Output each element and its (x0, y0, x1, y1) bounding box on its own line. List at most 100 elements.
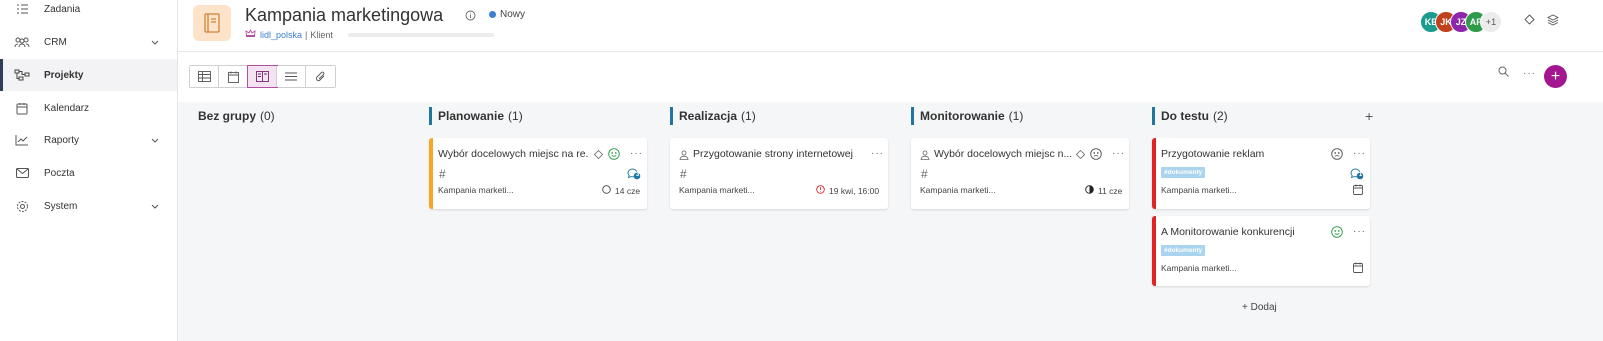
table-view-button[interactable] (190, 66, 219, 87)
column-header-bez-grupy: Bez grupy (0) (198, 107, 275, 125)
chevron-down-icon (151, 135, 159, 146)
sidebar-item-label: Kalendarz (44, 102, 90, 114)
members-avatars[interactable]: KE JK JZ AP +1 (1420, 11, 1502, 33)
status-badge[interactable]: Nowy (489, 9, 525, 20)
sidebar-item-label: System (44, 200, 78, 212)
card-menu-icon[interactable]: ··· (871, 148, 884, 159)
card-project: Kampania marketi... (679, 185, 755, 195)
attachment-view-button[interactable] (306, 66, 335, 87)
sidebar-item-raporty[interactable]: Raporty (0, 124, 177, 156)
gear-icon (14, 198, 30, 214)
due-circle-icon (602, 185, 611, 196)
people-icon (14, 34, 30, 50)
column-name: Monitorowanie (920, 109, 1005, 123)
card-project: Kampania marketi... (438, 185, 514, 195)
board-view-icon (255, 71, 269, 82)
card-project: Kampania marketi... (1161, 185, 1237, 195)
card-title: Przygotowanie reklam (1161, 148, 1265, 160)
project-header: Kampania marketingowa Nowy lidl_polska |… (178, 0, 1603, 52)
sidebar-item-label: CRM (44, 36, 67, 48)
column-header-do-testu: Do testu (2) (1152, 107, 1228, 125)
task-card-monitorowanie[interactable]: Wybór docelowych miejsc n... ··· # Kampa… (911, 138, 1129, 209)
card-due: 14 cze (602, 185, 640, 196)
add-card-button[interactable]: + Dodaj (1242, 302, 1277, 313)
card-title: Przygotowanie strony internetowej (693, 148, 853, 160)
attachment-view-icon (316, 71, 325, 81)
assignee-face-icon[interactable] (1331, 226, 1343, 241)
view-switcher (189, 65, 336, 88)
user-icon (920, 150, 930, 163)
status-dot (489, 11, 496, 18)
layers-icon[interactable] (1546, 14, 1560, 29)
crown-icon (245, 28, 256, 40)
card-menu-icon[interactable]: ··· (630, 148, 643, 159)
task-card-przygotowanie-reklam[interactable]: Przygotowanie reklam ··· #dokumenty 1 Ka… (1152, 138, 1370, 209)
column-name: Planowanie (438, 109, 505, 123)
sidebar-item-zadania[interactable]: Zadania (0, 0, 177, 25)
calendar-view-button[interactable] (219, 66, 248, 87)
sidebar-item-projekty[interactable]: Projekty (0, 59, 177, 91)
comments-icon[interactable]: 1 (1350, 167, 1364, 183)
table-view-icon (197, 71, 211, 82)
assignee-face-icon[interactable] (1331, 148, 1343, 163)
list-check-icon (14, 1, 30, 17)
tag-badge[interactable]: #dokumenty (1161, 245, 1206, 256)
info-icon[interactable] (465, 10, 476, 24)
card-title: A Monitorowanie konkurencji (1161, 226, 1295, 238)
column-header-planowanie: Planowanie (1) (429, 107, 523, 125)
list-view-icon (285, 72, 297, 81)
tag-hash-icon[interactable]: # (921, 167, 928, 181)
mail-icon (14, 165, 30, 181)
diamond-icon[interactable] (1524, 14, 1535, 28)
avatar-more[interactable]: +1 (1480, 11, 1502, 33)
column-header-monitorowanie: Monitorowanie (1) (911, 107, 1023, 125)
sidebar-item-crm[interactable]: CRM (0, 26, 177, 58)
diamond-icon[interactable] (1075, 149, 1086, 162)
more-options-icon[interactable]: ··· (1523, 68, 1536, 79)
task-card-monitorowanie-konkurencji[interactable]: A Monitorowanie konkurencji ··· #dokumen… (1152, 216, 1370, 286)
tag-badge[interactable]: #dokumenty (1161, 167, 1206, 178)
column-count: (1) (1008, 109, 1024, 123)
calendar-icon[interactable] (1353, 184, 1363, 198)
search-icon[interactable] (1498, 66, 1509, 80)
card-due: 19 kwi, 16:00 (816, 185, 879, 196)
status-label: Nowy (500, 9, 526, 20)
comments-icon[interactable]: 3 (627, 167, 641, 183)
chevron-down-icon (151, 201, 159, 212)
list-view-button[interactable] (277, 66, 306, 87)
diamond-icon[interactable] (593, 149, 604, 162)
column-add-button[interactable]: + (1365, 108, 1373, 124)
column-accent-bar (1152, 107, 1155, 125)
assignee-face-icon[interactable] (1090, 148, 1102, 163)
board-view-button[interactable] (247, 65, 278, 88)
tag-hash-icon[interactable]: # (439, 167, 446, 181)
card-menu-icon[interactable]: ··· (1353, 226, 1366, 237)
tag-hash-icon[interactable]: # (680, 167, 687, 181)
add-button[interactable]: + (1544, 65, 1567, 88)
owner-link[interactable]: lidl_polska (260, 30, 302, 40)
calendar-icon[interactable] (1353, 262, 1363, 276)
column-count: (1) (741, 109, 756, 123)
card-menu-icon[interactable]: ··· (1353, 148, 1366, 159)
card-project: Kampania marketi... (920, 185, 996, 195)
project-book-icon (193, 5, 231, 41)
task-card-realizacja[interactable]: Przygotowanie strony internetowej ··· # … (670, 138, 888, 209)
user-icon (679, 150, 689, 163)
main-area: Kampania marketingowa Nowy lidl_polska |… (178, 0, 1603, 341)
card-title: Wybór docelowych miejsc na re... (438, 148, 588, 160)
sidebar-item-kalendarz[interactable]: Kalendarz (0, 92, 177, 124)
page-title: Kampania marketingowa (245, 5, 444, 25)
assignee-face-icon[interactable] (608, 148, 620, 163)
column-accent-bar (429, 107, 432, 125)
sidebar-item-poczta[interactable]: Poczta (0, 157, 177, 189)
task-card-planowanie[interactable]: Wybór docelowych miejsc na re... ··· # 3… (429, 138, 647, 209)
comments-count: 3 (635, 172, 640, 178)
sidebar: Zadania CRM Projekty Kalendarz Raporty P… (0, 0, 178, 341)
column-count: (1) (508, 109, 523, 123)
chart-icon (14, 132, 30, 148)
column-count: (0) (260, 109, 275, 123)
calendar-view-icon (227, 71, 239, 83)
sidebar-item-system[interactable]: System (0, 190, 177, 222)
card-menu-icon[interactable]: ··· (1112, 148, 1125, 159)
view-toolbar: ··· + (178, 52, 1603, 102)
